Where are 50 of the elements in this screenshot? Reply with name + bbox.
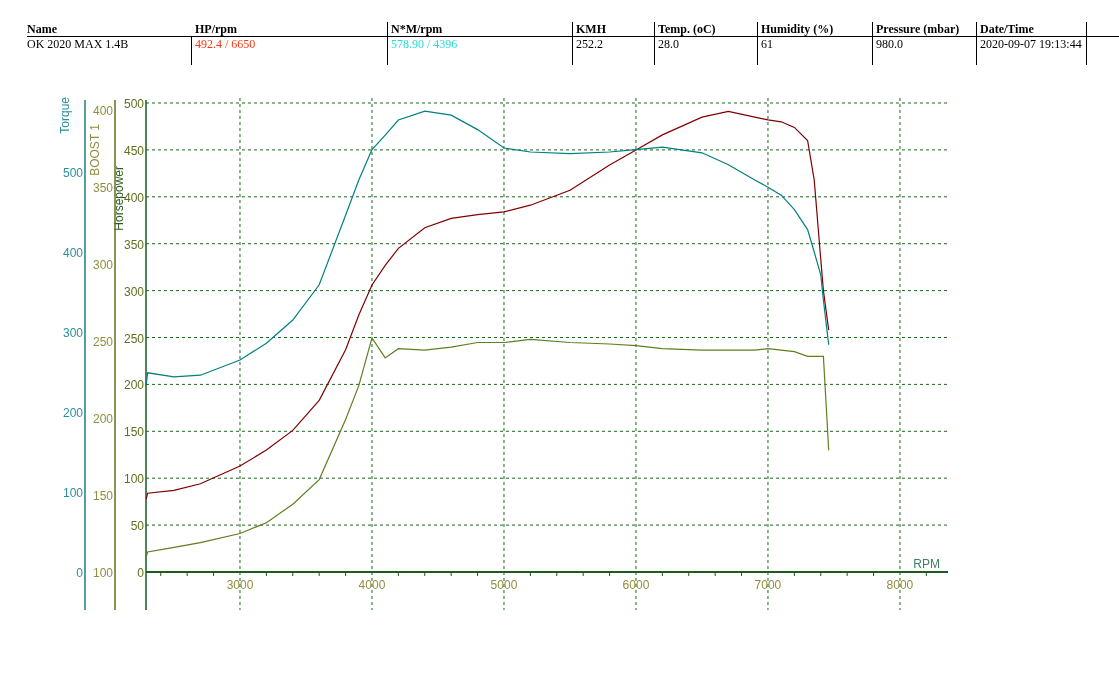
axis-tick-label: 200 [123,378,144,393]
axis-tick-label: 0 [137,566,144,580]
axis-tick-label: 250 [123,331,144,346]
axis-tick-label: 5000 [490,578,518,592]
column-header: KMH [576,22,606,36]
table-cell: 492.4 / 6650 [195,37,256,51]
axis-tick-label: 400 [62,246,83,260]
axis-tick-label: 100 [123,472,144,487]
axis-title: BOOST 1 [88,124,102,176]
axis-tick-label: 100 [92,566,113,580]
axis-tick-label: 300 [62,326,83,340]
table-cell: 980.0 [876,37,903,51]
axis-title: Horsepower [112,166,126,231]
axis-tick-label: 250 [92,334,113,349]
axis-tick-label: 300 [123,284,144,299]
axis-tick-label: 500 [123,97,144,111]
axis-tick-label: 7000 [754,578,782,592]
column-header: Pressure (mbar) [876,22,960,36]
column-header: Name [27,22,57,36]
table-cell: OK 2020 MAX 1.4B [27,37,129,51]
axis-tick-label: 4000 [358,578,386,592]
axis-tick-label: 3000 [226,578,254,592]
axis-tick-label: 50 [130,519,144,534]
column-header: Temp. (oC) [658,22,716,36]
axis-tick-label: 500 [62,166,83,180]
axis-tick-label: 200 [92,412,113,426]
table-cell: 61 [761,37,773,51]
axis-tick-label: 400 [92,103,113,118]
axis-tick-label: 0 [76,566,83,580]
axis-tick-label: 150 [92,489,113,503]
axis-title: Torque [58,97,72,134]
column-header: Humidity (%) [761,22,834,36]
axis-tick-label: 450 [123,143,144,158]
axis-tick-label: 6000 [622,578,650,592]
table-cell: 252.2 [576,37,603,51]
table-cell: 28.0 [658,37,679,51]
axis-tick-label: 350 [123,237,144,252]
axis-title: RPM [913,557,940,571]
axis-tick-label: 200 [62,406,83,420]
column-header: HP/rpm [195,22,237,36]
axis-tick-label: 350 [92,180,113,195]
axis-tick-label: 8000 [886,578,914,592]
axis-tick-label: 300 [92,257,113,272]
axis-tick-label: 150 [123,425,144,440]
table-cell: 2020-09-07 19:13:44 [980,37,1082,51]
axis-tick-label: 400 [123,190,144,205]
column-header: N*M/rpm [391,22,443,36]
axis-tick-label: 100 [62,486,83,500]
column-header: Date/Time [980,22,1034,36]
table-cell: 578.90 / 4396 [391,37,458,51]
